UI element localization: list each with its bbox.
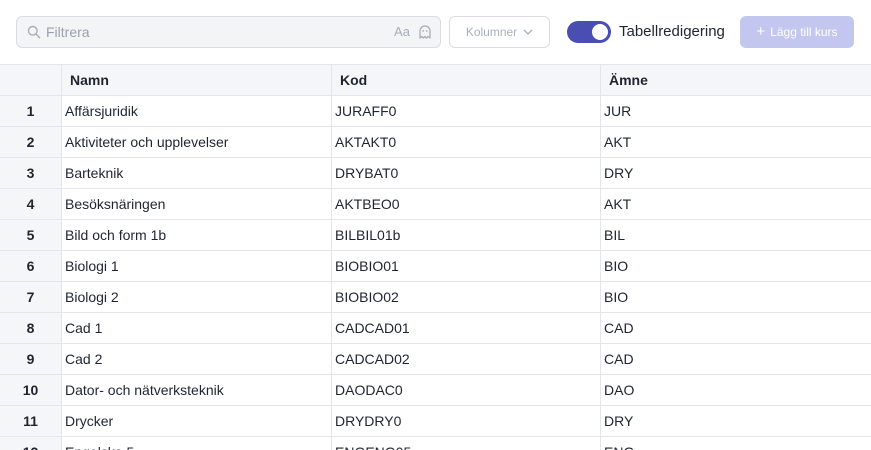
course-table: Namn Kod Ämne 1 Affärsjuridik JURAFF0 JUR 2 A… [0,64,871,450]
table-row[interactable]: 10 Dator- och nätverksteknik DAODAC0 DAO [0,375,871,406]
table-row[interactable]: 8 Cad 1 CADCAD01 CAD [0,313,871,344]
row-index-cell: 9 [0,344,62,375]
table-body: 1 Affärsjuridik JURAFF0 JUR 2 Aktiviteter och… [0,96,871,450]
subject-cell[interactable]: CAD [601,313,871,344]
search-icon [27,25,41,39]
subject-cell[interactable]: JUR [601,96,871,127]
code-cell[interactable]: BIOBIO02 [332,282,601,313]
code-cell[interactable]: ENGENG05 [332,437,601,450]
code-cell[interactable]: BILBIL01b [332,220,601,251]
column-header-name[interactable]: Namn [62,65,332,96]
table-row[interactable]: 9 Cad 2 CADCAD02 CAD [0,344,871,375]
table-row[interactable]: 3 Barteknik DRYBAT0 DRY [0,158,871,189]
row-index-cell: 6 [0,251,62,282]
subject-cell[interactable]: AKT [601,127,871,158]
columns-button-label: Kolumner [465,25,518,39]
subject-cell[interactable]: BIO [601,251,871,282]
column-header-code[interactable]: Kod [332,65,601,96]
table-edit-toggle[interactable] [567,21,611,43]
row-index-cell: 3 [0,158,62,189]
code-cell[interactable]: DRYDRY0 [332,406,601,437]
match-case-icon[interactable]: Aa [393,24,411,39]
code-cell[interactable]: CADCAD01 [332,313,601,344]
header-corner-cell [0,65,62,96]
table-row[interactable]: 11 Drycker DRYDRY0 DRY [0,406,871,437]
name-cell[interactable]: Biologi 1 [62,251,332,282]
code-cell[interactable]: AKTBEO0 [332,189,601,220]
table-header-row: Namn Kod Ämne [0,65,871,96]
plus-icon: + [756,23,766,40]
code-cell[interactable]: CADCAD02 [332,344,601,375]
subject-cell[interactable]: AKT [601,189,871,220]
name-cell[interactable]: Dator- och nätverksteknik [62,375,332,406]
table-row[interactable]: 7 Biologi 2 BIOBIO02 BIO [0,282,871,313]
name-cell[interactable]: Barteknik [62,158,332,189]
name-cell[interactable]: Affärsjuridik [62,96,332,127]
ghost-icon[interactable] [417,24,433,40]
table-row[interactable]: 2 Aktiviteter och upplevelser AKTAKT0 AKT [0,127,871,158]
table-row[interactable]: 4 Besöksnäringen AKTBEO0 AKT [0,189,871,220]
code-cell[interactable]: AKTAKT0 [332,127,601,158]
code-cell[interactable]: JURAFF0 [332,96,601,127]
code-cell[interactable]: BIOBIO01 [332,251,601,282]
row-index-cell: 2 [0,127,62,158]
name-cell[interactable]: Bild och form 1b [62,220,332,251]
row-index-cell: 12 [0,437,62,450]
name-cell[interactable]: Besöksnäringen [62,189,332,220]
subject-cell[interactable]: ENG [601,437,871,450]
toolbar: Aa Kolumner Tabellredigering + Lägg till… [0,0,871,64]
add-course-button[interactable]: + Lägg till kurs [740,16,854,48]
column-header-subject[interactable]: Ämne [601,65,871,96]
row-index-cell: 5 [0,220,62,251]
row-index-cell: 8 [0,313,62,344]
search-field[interactable]: Aa [16,16,441,48]
subject-cell[interactable]: DRY [601,158,871,189]
name-cell[interactable]: Biologi 2 [62,282,332,313]
name-cell[interactable]: Cad 2 [62,344,332,375]
table-row[interactable]: 6 Biologi 1 BIOBIO01 BIO [0,251,871,282]
search-input[interactable] [46,17,376,47]
name-cell[interactable]: Drycker [62,406,332,437]
table-row[interactable]: 5 Bild och form 1b BILBIL01b BIL [0,220,871,251]
name-cell[interactable]: Cad 1 [62,313,332,344]
add-course-button-label: Lägg till kurs [770,25,838,39]
row-index-cell: 7 [0,282,62,313]
chevron-down-icon [524,29,533,35]
table-row[interactable]: 12Engelska 5ENGENG05ENG [0,437,871,450]
row-index-cell: 11 [0,406,62,437]
toggle-knob [592,24,608,40]
subject-cell[interactable]: BIL [601,220,871,251]
row-index-cell: 4 [0,189,62,220]
table-row[interactable]: 1 Affärsjuridik JURAFF0 JUR [0,96,871,127]
code-cell[interactable]: DRYBAT0 [332,158,601,189]
row-index-cell: 10 [0,375,62,406]
code-cell[interactable]: DAODAC0 [332,375,601,406]
subject-cell[interactable]: BIO [601,282,871,313]
subject-cell[interactable]: DAO [601,375,871,406]
row-index-cell: 1 [0,96,62,127]
name-cell[interactable]: Engelska 5 [62,437,332,450]
subject-cell[interactable]: CAD [601,344,871,375]
name-cell[interactable]: Aktiviteter och upplevelser [62,127,332,158]
columns-button[interactable]: Kolumner [449,16,550,48]
table-edit-toggle-label: Tabellredigering [619,23,725,40]
subject-cell[interactable]: DRY [601,406,871,437]
